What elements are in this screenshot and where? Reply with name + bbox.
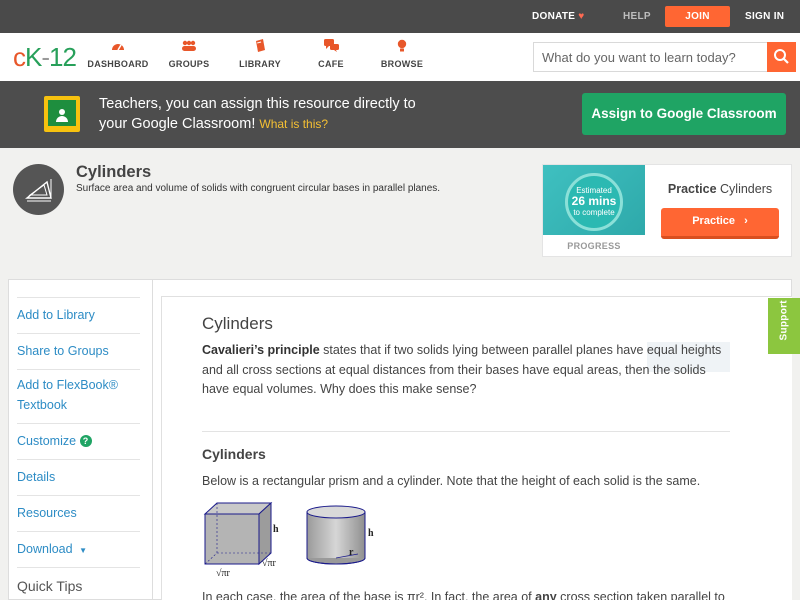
nav-cafe[interactable]: CAFE <box>291 39 371 69</box>
help-icon: ? <box>79 435 92 447</box>
prism-height-label: h <box>273 524 279 535</box>
sign-in-link[interactable]: SIGN IN <box>745 0 784 33</box>
estimated-time-badge: Estimated 26 mins to complete <box>565 173 623 231</box>
prism-width-label: √πr <box>216 568 230 579</box>
cylinder-radius-label: r <box>349 547 354 558</box>
prism-and-cylinder-figure: h √πr √πr h r <box>200 500 390 582</box>
intro-paragraph: Cavalieri’s principle states that if two… <box>202 343 722 396</box>
concept-description: Surface area and volume of solids with c… <box>76 183 441 194</box>
sidebar-quick-tips[interactable]: Quick Tips <box>17 567 140 600</box>
search-box <box>533 42 796 72</box>
google-classroom-banner: Teachers, you can assign this resource d… <box>0 81 800 148</box>
heart-icon: ♥ <box>578 11 585 22</box>
progress-label: PROGRESS <box>567 241 621 251</box>
sidebar-share-to-groups[interactable]: Share to Groups <box>17 333 140 369</box>
sidebar-download[interactable]: Download ▼ <box>17 531 140 567</box>
support-tab[interactable]: Support <box>768 298 800 354</box>
top-utility-bar: DONATE ♥ HELP JOIN SIGN IN <box>0 0 800 33</box>
search-icon <box>774 49 789 64</box>
section-heading: Cylinders <box>202 446 266 462</box>
lesson-heading: Cylinders <box>202 314 273 333</box>
assign-to-google-classroom-button[interactable]: Assign to Google Classroom <box>582 93 786 135</box>
rectangular-prism <box>203 501 273 566</box>
practice-title: Practice Cylinders <box>667 182 773 196</box>
sidebar: Add to Library Share to Groups Add to Fl… <box>8 279 152 600</box>
sidebar-add-to-flexbook[interactable]: Add to FlexBook® Textbook <box>17 369 140 423</box>
donate-link[interactable]: DONATE ♥ <box>532 0 585 33</box>
cylinder-height-label: h <box>368 528 374 539</box>
chevron-right-icon: › <box>744 215 748 227</box>
progress-card: Estimated 26 mins to complete PROGRESS P… <box>542 164 792 257</box>
help-link[interactable]: HELP <box>623 0 651 33</box>
search-button[interactable] <box>767 42 796 72</box>
dashboard-icon <box>78 39 158 57</box>
classroom-message: Teachers, you can assign this resource d… <box>99 96 416 132</box>
progress-illustration: Estimated 26 mins to complete <box>543 165 645 235</box>
cylinder <box>306 505 366 565</box>
continuation-text: In each case, the area of the base is πr… <box>202 590 725 600</box>
join-button[interactable]: JOIN <box>665 6 730 27</box>
groups-icon <box>149 39 229 57</box>
concept-title: Cylinders <box>76 163 152 181</box>
search-input[interactable] <box>534 43 768 71</box>
nav-browse[interactable]: BROWSE <box>362 39 442 69</box>
sidebar-details[interactable]: Details <box>17 459 140 495</box>
nav-library[interactable]: LIBRARY <box>220 39 300 69</box>
what-is-this-link[interactable]: What is this? <box>259 117 328 131</box>
cafe-icon <box>291 39 371 57</box>
sidebar-customize[interactable]: Customize ? <box>17 423 140 459</box>
google-classroom-icon <box>44 96 80 132</box>
caret-down-icon: ▼ <box>79 546 87 555</box>
prism-depth-label: √πr <box>262 558 276 569</box>
nav-dashboard[interactable]: DASHBOARD <box>78 39 158 69</box>
library-icon <box>220 39 300 57</box>
practice-button[interactable]: Practice › <box>661 208 779 239</box>
geometry-concept-icon <box>13 164 64 215</box>
sidebar-resources[interactable]: Resources <box>17 495 140 531</box>
section-divider <box>202 431 730 432</box>
section-sentence: Below is a rectangular prism and a cylin… <box>202 474 701 488</box>
ck12-logo[interactable]: cK-12 <box>13 43 77 71</box>
nav-groups[interactable]: GROUPS <box>149 39 229 69</box>
sidebar-add-to-library[interactable]: Add to Library <box>17 297 140 333</box>
main-nav: cK-12 DASHBOARD GROUPS LIBRARY CAFE BROW… <box>0 33 800 81</box>
browse-icon <box>362 39 442 57</box>
